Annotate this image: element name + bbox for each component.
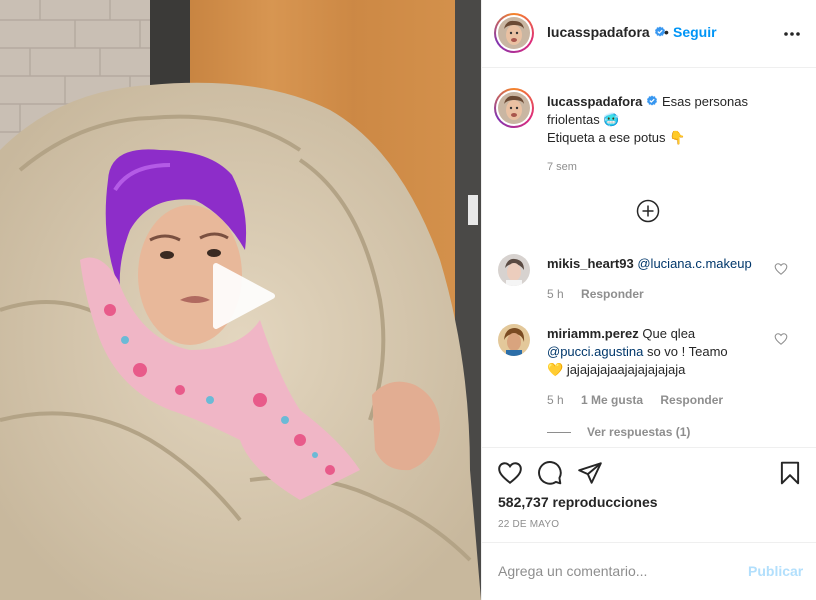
comment-body-start: Que qlea xyxy=(642,326,696,341)
follow-separator: • xyxy=(664,24,669,40)
play-icon xyxy=(213,263,275,329)
comment-text: mikis_heart93 @luciana.c.makeup xyxy=(547,255,775,273)
post-caption: lucasspadafora Esas personas friolentas … xyxy=(547,93,787,147)
caption-timestamp[interactable]: 7 sem xyxy=(547,161,577,173)
post-header: lucasspadafora • Seguir xyxy=(482,0,816,68)
yellow-heart-emoji: 💛 xyxy=(547,362,564,377)
post-side-panel: lucasspadafora • Seguir lucasspadafora E… xyxy=(481,0,816,600)
comment-meta: 5 h 1 Me gusta Responder xyxy=(547,393,737,407)
author-avatar[interactable] xyxy=(494,13,534,53)
view-replies-button[interactable]: Ver respuestas (1) xyxy=(547,425,690,439)
play-button[interactable] xyxy=(208,262,276,330)
caption-username[interactable]: lucasspadafora xyxy=(547,94,642,109)
comment-icon[interactable] xyxy=(537,460,563,486)
comment-body-middle: so vo ! Teamo xyxy=(646,344,728,359)
bookmark-icon[interactable] xyxy=(777,460,803,486)
author-username-text[interactable]: lucasspadafora xyxy=(547,24,650,40)
publish-button[interactable]: Publicar xyxy=(748,563,803,579)
paper-plane-icon[interactable] xyxy=(577,460,603,486)
plus-circle-icon[interactable] xyxy=(636,199,660,223)
comment-text: miriamm.perez Que qlea @pucci.agustina s… xyxy=(547,325,775,379)
comment-input[interactable] xyxy=(498,561,738,581)
caption-line-2: Etiqueta a ese potus xyxy=(547,130,666,145)
pointing-down-emoji: 👇 xyxy=(669,130,686,145)
post-date[interactable]: 22 DE MAYO xyxy=(498,519,559,530)
likes-count[interactable]: 1 Me gusta xyxy=(581,393,643,407)
verified-badge-icon xyxy=(647,95,658,106)
heart-icon[interactable] xyxy=(774,262,788,276)
comment-time[interactable]: 5 h xyxy=(547,393,564,407)
commenter-avatar[interactable] xyxy=(498,324,530,356)
heart-icon[interactable] xyxy=(774,332,788,346)
more-options-icon[interactable] xyxy=(782,26,802,42)
heart-icon[interactable] xyxy=(497,460,523,486)
comment-username[interactable]: mikis_heart93 xyxy=(547,256,634,271)
author-username[interactable]: lucasspadafora xyxy=(547,24,666,40)
views-count[interactable]: 582,737 reproducciones xyxy=(498,494,658,510)
comment-mention[interactable]: @pucci.agustina xyxy=(547,344,643,359)
comment-username[interactable]: miriamm.perez xyxy=(547,326,639,341)
reply-button[interactable]: Responder xyxy=(581,287,644,301)
follow-button[interactable]: Seguir xyxy=(673,24,717,40)
comment-mention[interactable]: @luciana.c.makeup xyxy=(637,256,751,271)
comment-meta: 5 h Responder xyxy=(547,287,658,301)
reply-button[interactable]: Responder xyxy=(660,393,723,407)
add-comment-bar: Publicar xyxy=(482,542,816,600)
comment-time[interactable]: 5 h xyxy=(547,287,564,301)
caption-avatar[interactable] xyxy=(494,88,534,128)
post-video[interactable] xyxy=(0,0,481,600)
replies-divider xyxy=(547,432,571,434)
view-replies-label[interactable]: Ver respuestas (1) xyxy=(587,425,690,439)
comment-body-end: jajajajajaajajajajajaja xyxy=(566,362,686,377)
post-actions: 582,737 reproducciones 22 DE MAYO xyxy=(482,447,816,542)
comments-section[interactable]: lucasspadafora Esas personas friolentas … xyxy=(482,69,816,447)
commenter-avatar[interactable] xyxy=(498,254,530,286)
cold-face-emoji: 🥶 xyxy=(603,112,620,127)
